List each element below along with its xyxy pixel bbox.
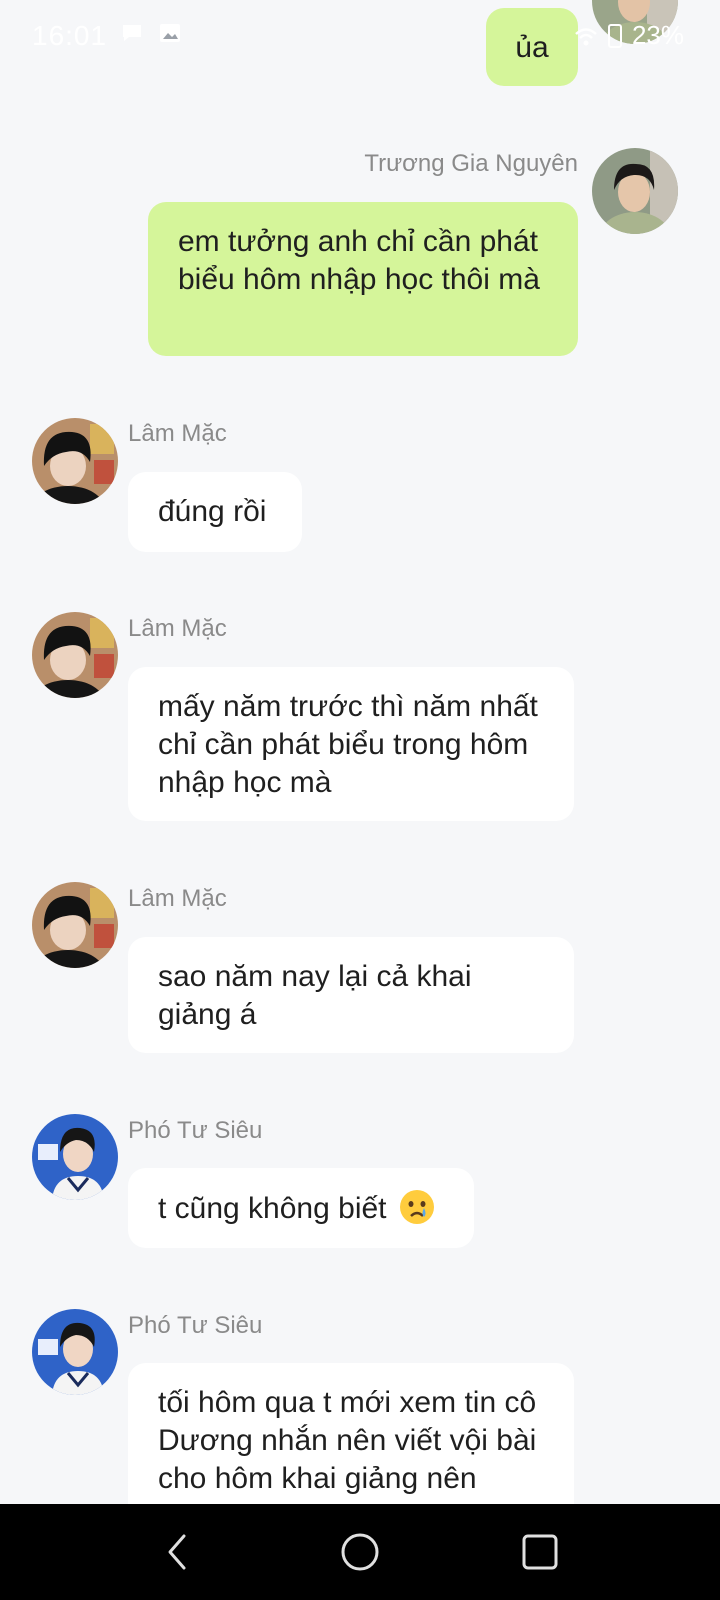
battery-percent: 23% [631,20,684,50]
avatar-truong-gia-nguyen[interactable] [592,148,678,234]
sender-name: Phó Tư Siêu [128,1117,263,1144]
status-time: 16:01 [32,20,108,51]
sender-name: Phó Tư Siêu [128,1312,263,1339]
wifi-icon [574,24,598,48]
message-bubble-incoming[interactable]: đúng rồi [128,472,302,552]
avatar-pho-tu-sieu[interactable] [32,1309,118,1395]
status-bar: 16:01 23% [0,0,720,76]
sender-name: Lâm Mặc [128,420,227,447]
message-bubble-incoming[interactable]: sao năm nay lại cả khai giảng á [128,937,574,1053]
avatar-lam-mac[interactable] [32,418,118,504]
chat-message-list[interactable]: ủa Trương Gia Nguyên em tưởng anh chỉ cầ… [0,0,720,1504]
message-bubble-outgoing[interactable]: em tưởng anh chỉ cần phát biểu hôm nhập … [148,202,578,356]
message-text: mấy năm trước thì năm nhất chỉ cần phát … [158,690,538,799]
message-bubble-incoming[interactable]: t cũng không biết [128,1168,474,1248]
message-text: sao năm nay lại cả khai giảng á [158,960,472,1031]
sender-name: Lâm Mặc [128,885,227,912]
message-notification-icon [120,20,144,44]
navigation-bar [0,1504,720,1600]
back-button[interactable] [158,1532,198,1572]
crying-face-emoji-icon [399,1189,435,1225]
message-text: đúng rồi [158,495,267,528]
sender-name: Lâm Mặc [128,615,227,642]
avatar-lam-mac[interactable] [32,612,118,698]
message-bubble-incoming[interactable]: tối hôm qua t mới xem tin cô Dương nhắn … [128,1363,574,1504]
avatar-pho-tu-sieu[interactable] [32,1114,118,1200]
message-text: em tưởng anh chỉ cần phát biểu hôm nhập … [178,225,540,296]
message-bubble-incoming[interactable]: mấy năm trước thì năm nhất chỉ cần phát … [128,667,574,821]
recents-button[interactable] [520,1532,560,1572]
sender-name: Trương Gia Nguyên [364,150,578,177]
home-button[interactable] [340,1532,380,1572]
message-text: tối hôm qua t mới xem tin cô Dương nhắn … [158,1386,537,1495]
avatar-lam-mac[interactable] [32,882,118,968]
message-text: t cũng không biết [158,1192,387,1225]
battery-icon [607,23,622,48]
image-notification-icon [158,20,182,44]
